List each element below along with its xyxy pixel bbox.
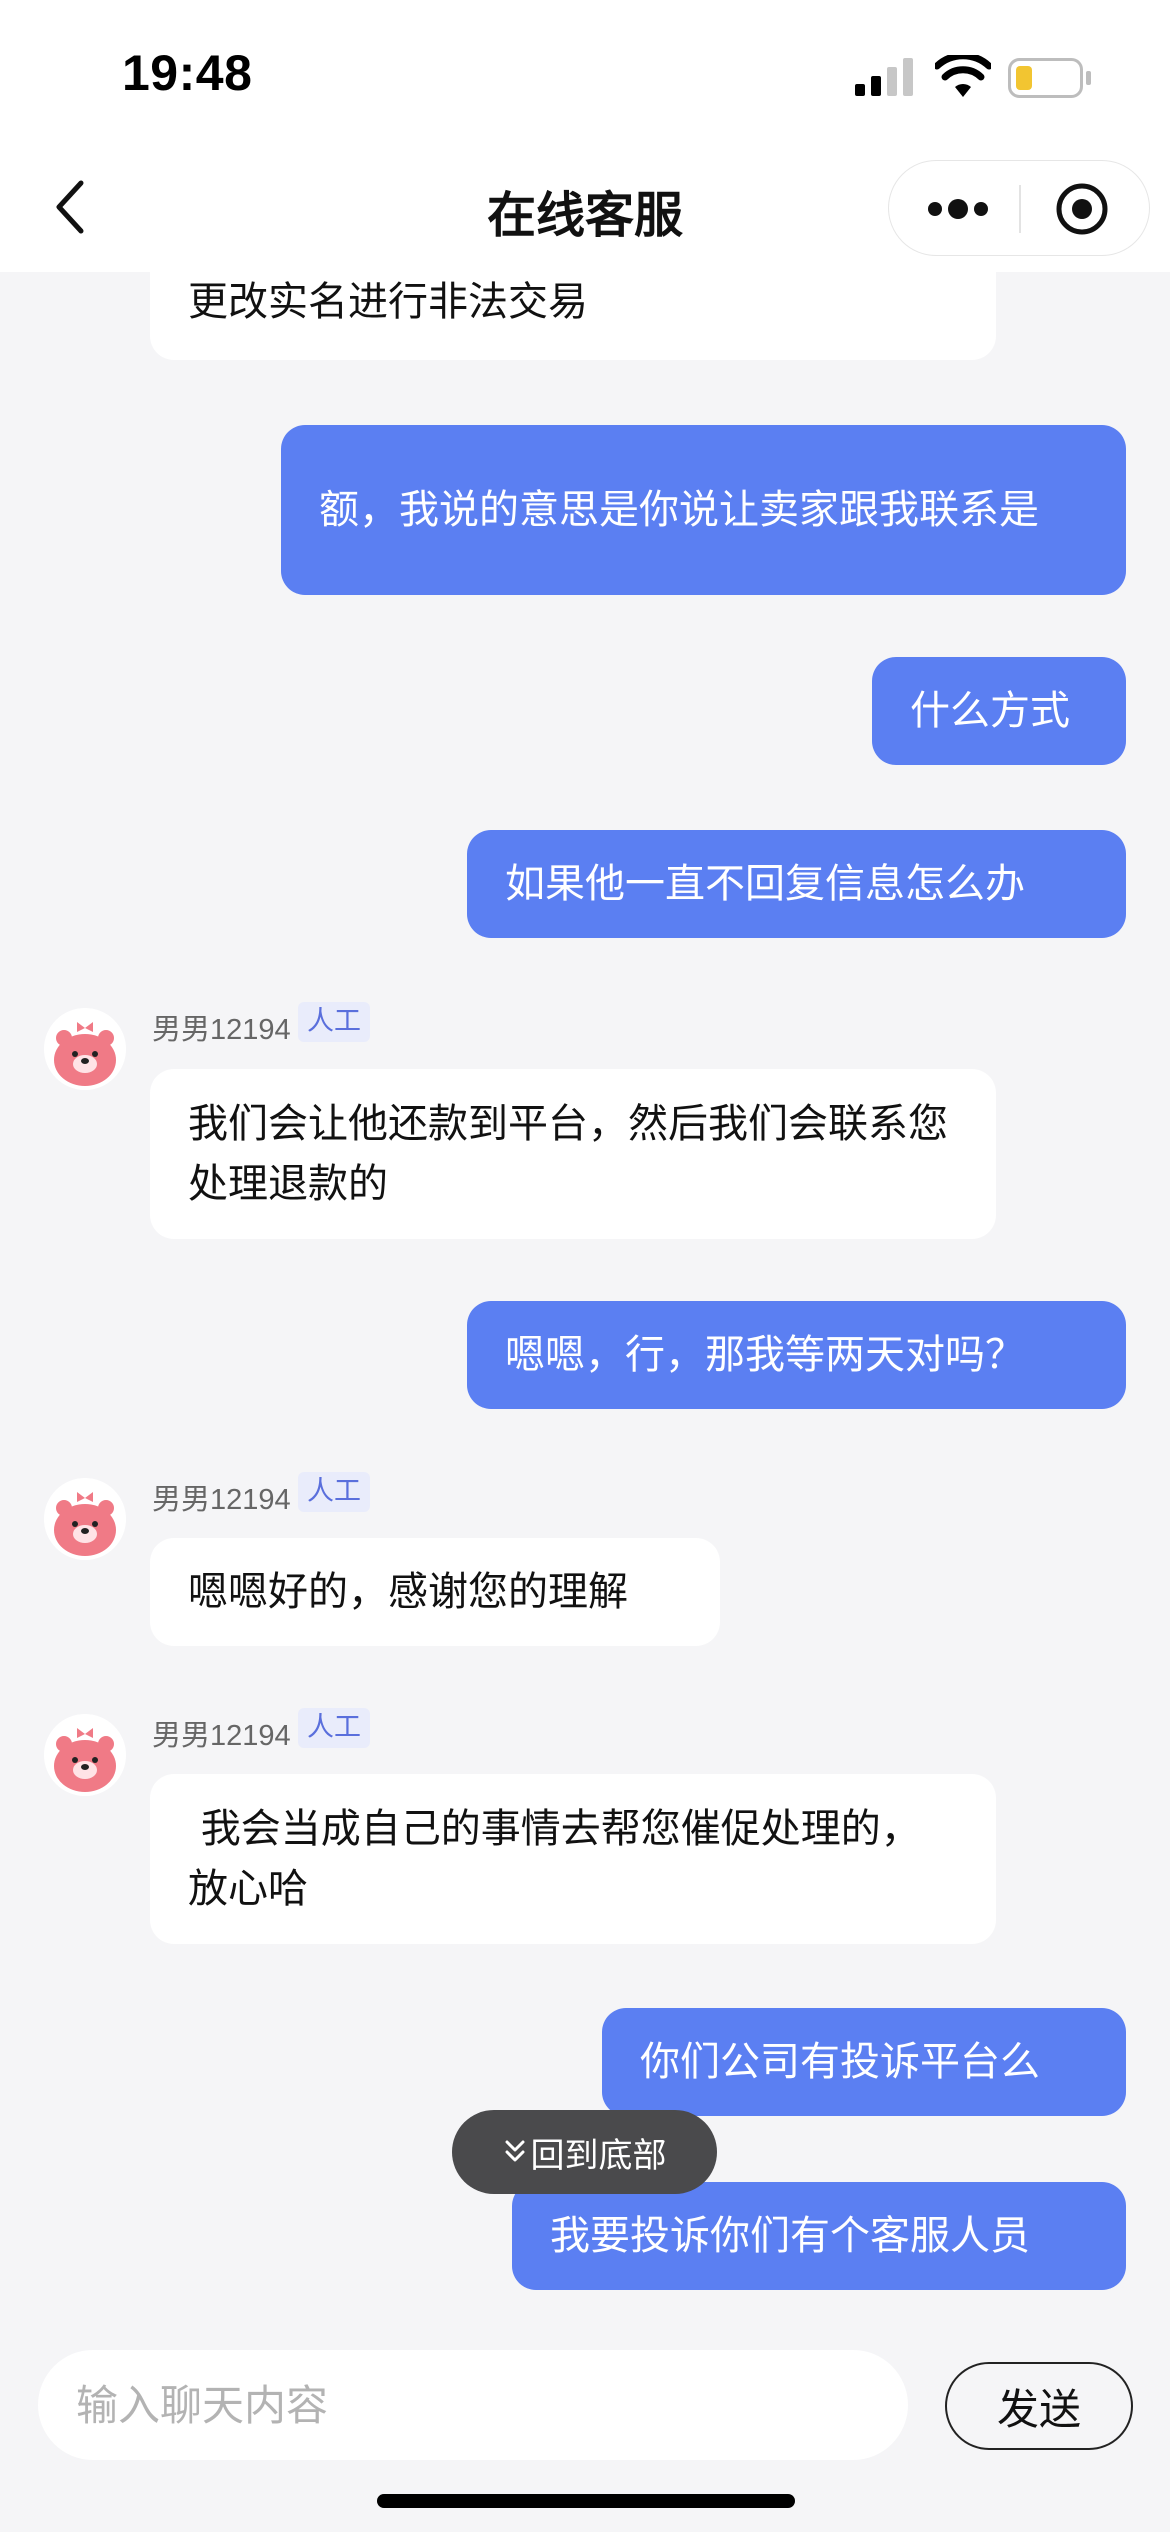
agent-avatar[interactable] <box>44 1008 126 1090</box>
scroll-to-bottom-button[interactable]: 回到底部 <box>452 2110 717 2194</box>
chat-input[interactable] <box>38 2350 908 2460</box>
agent-avatar[interactable] <box>44 1714 126 1796</box>
user-message-bubble: 如果他一直不回复信息怎么办 <box>467 830 1126 938</box>
wifi-icon <box>935 55 991 97</box>
home-indicator <box>377 2494 795 2508</box>
user-message-bubble: 嗯嗯，行，那我等两天对吗？ <box>467 1301 1126 1409</box>
message-text: 更改实名进行非法交易 <box>188 279 588 325</box>
send-button[interactable]: 发送 <box>945 2362 1133 2450</box>
agent-message-bubble: 更改实名进行非法交易 <box>150 272 996 360</box>
message-text: 我要投诉你们有个客服人员 <box>550 2213 1030 2259</box>
status-time: 19:48 <box>122 45 253 101</box>
bear-avatar-icon <box>44 1008 126 1090</box>
agent-name: 男男12194 <box>152 1484 291 1516</box>
close-target-icon[interactable] <box>1054 181 1110 237</box>
signal-icon <box>855 58 913 96</box>
mini-program-capsule <box>888 160 1150 256</box>
message-text: 嗯嗯，行，那我等两天对吗？ <box>505 1332 1025 1378</box>
status-bar: 19:48 <box>0 0 1170 150</box>
agent-avatar[interactable] <box>44 1478 126 1560</box>
agent-name: 男男12194 <box>152 1720 291 1752</box>
message-text: 如果他一直不回复信息怎么办 <box>505 861 1025 907</box>
capsule-divider <box>1019 185 1021 233</box>
message-text: 什么方式 <box>910 688 1070 734</box>
user-message-bubble: 我要投诉你们有个客服人员 <box>512 2182 1126 2290</box>
message-text: 我会当成自己的事情去帮您催促处理的，放心哈 <box>188 1806 921 1912</box>
agent-message-bubble: 我们会让他还款到平台，然后我们会联系您处理退款的 <box>150 1069 996 1239</box>
agent-human-badge: 人工 <box>298 1708 370 1748</box>
user-message-bubble: 你们公司有投诉平台么 <box>602 2008 1126 2116</box>
agent-message-bubble: 我会当成自己的事情去帮您催促处理的，放心哈 <box>150 1774 996 1944</box>
nav-bar: 在线客服 <box>0 150 1170 272</box>
message-text: 你们公司有投诉平台么 <box>640 2039 1040 2085</box>
chat-area[interactable]: 更改实名进行非法交易 额，我说的意思是你说让卖家跟我联系是 什么方式 如果他一直… <box>0 272 1170 2328</box>
message-text: 嗯嗯好的，感谢您的理解 <box>188 1569 628 1615</box>
bear-avatar-icon <box>44 1714 126 1796</box>
scroll-to-bottom-label: 回到底部 <box>530 2135 667 2176</box>
user-message-bubble: 额，我说的意思是你说让卖家跟我联系是 <box>281 425 1126 595</box>
message-text: 额，我说的意思是你说让卖家跟我联系是 <box>319 487 1039 533</box>
agent-human-badge: 人工 <box>298 1472 370 1512</box>
more-dots-icon[interactable] <box>927 191 989 227</box>
agent-human-badge: 人工 <box>298 1002 370 1042</box>
agent-message-bubble: 嗯嗯好的，感谢您的理解 <box>150 1538 720 1646</box>
double-chevron-down-icon <box>505 2140 524 2162</box>
user-message-bubble: 什么方式 <box>872 657 1126 765</box>
bear-avatar-icon <box>44 1478 126 1560</box>
message-text: 我们会让他还款到平台，然后我们会联系您处理退款的 <box>188 1101 948 1207</box>
agent-name: 男男12194 <box>152 1014 291 1046</box>
battery-icon <box>1008 58 1091 98</box>
